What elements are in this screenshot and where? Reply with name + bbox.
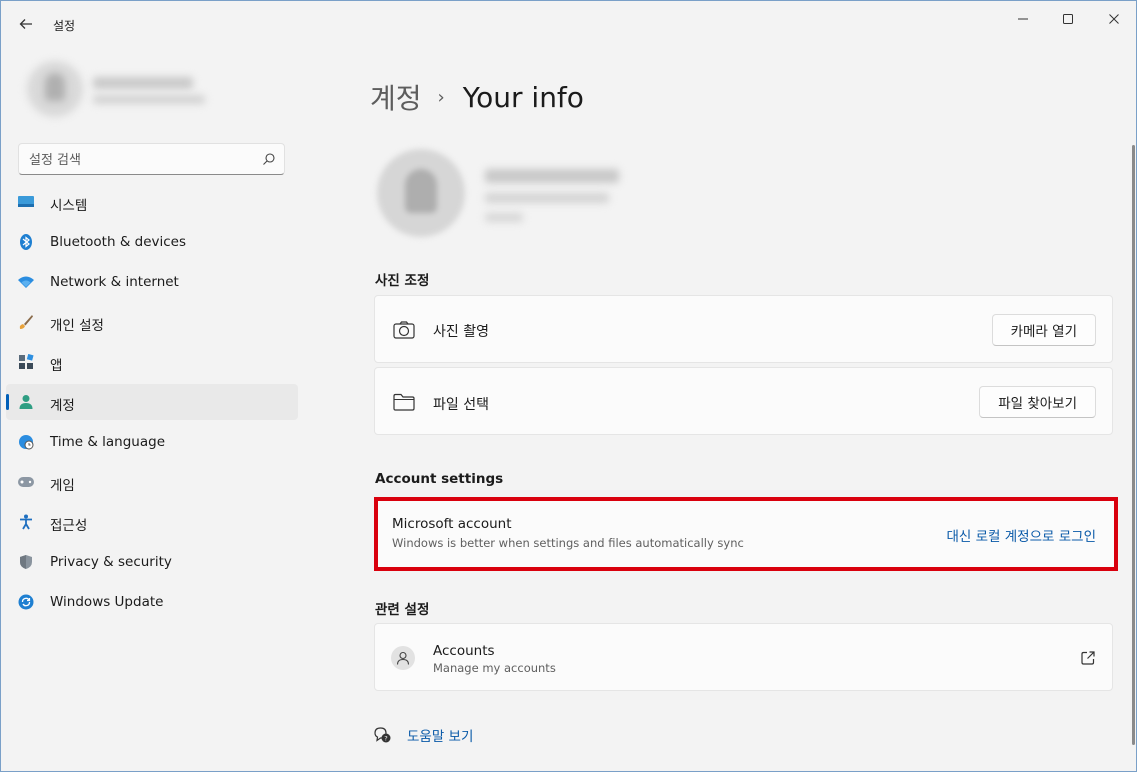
user-role-redacted bbox=[485, 213, 523, 222]
sidebar-item-personalization[interactable]: 개인 설정 bbox=[6, 304, 298, 340]
browse-files-button[interactable]: 파일 찾아보기 bbox=[979, 386, 1096, 418]
profile-email-redacted bbox=[93, 95, 205, 104]
choose-file-label: 파일 선택 bbox=[433, 397, 489, 413]
profile-name-redacted bbox=[93, 77, 193, 89]
user-avatar bbox=[377, 149, 465, 237]
microsoft-account-subtitle: Windows is better when settings and file… bbox=[392, 536, 744, 550]
sidebar-item-label: Time & language bbox=[50, 434, 166, 450]
page-title: Your info bbox=[462, 80, 584, 114]
account-icon bbox=[17, 393, 35, 411]
help-row[interactable]: ? 도움말 보기 bbox=[373, 725, 473, 745]
choose-file-card: 파일 선택 파일 찾아보기 bbox=[374, 367, 1113, 435]
update-icon bbox=[17, 593, 35, 611]
back-button[interactable] bbox=[15, 13, 37, 35]
globe-clock-icon bbox=[17, 433, 35, 451]
sidebar-item-gaming[interactable]: 게임 bbox=[6, 464, 298, 500]
sidebar-item-label: Bluetooth & devices bbox=[50, 234, 187, 250]
apps-icon bbox=[17, 353, 35, 371]
get-help-link[interactable]: 도움말 보기 bbox=[407, 725, 473, 745]
accessibility-icon bbox=[17, 513, 35, 531]
sidebar-item-apps[interactable]: 앱 bbox=[6, 344, 298, 380]
close-button[interactable] bbox=[1094, 9, 1134, 29]
help-icon: ? bbox=[374, 727, 391, 743]
svg-text:?: ? bbox=[384, 735, 387, 743]
breadcrumb-parent[interactable]: 계정 bbox=[370, 77, 422, 117]
accounts-link-card[interactable]: Accounts Manage my accounts bbox=[374, 623, 1113, 691]
search-box[interactable] bbox=[18, 143, 285, 175]
system-icon bbox=[17, 193, 35, 211]
folder-icon bbox=[393, 391, 415, 413]
take-photo-label: 사진 촬영 bbox=[433, 324, 489, 340]
accounts-subtitle: Manage my accounts bbox=[433, 661, 556, 675]
breadcrumb-separator: › bbox=[437, 86, 445, 108]
sidebar-item-privacy[interactable]: Privacy & security bbox=[6, 544, 298, 580]
shield-icon bbox=[17, 553, 35, 571]
sidebar-item-label: 개인 설정 bbox=[50, 318, 104, 334]
sidebar-item-network[interactable]: Network & internet bbox=[6, 264, 298, 300]
camera-icon bbox=[393, 319, 415, 341]
sidebar-nav: 시스템 Bluetooth & devices Network & intern… bbox=[6, 184, 298, 624]
sign-in-local-account-link[interactable]: 대신 로컬 계정으로 로그인 bbox=[947, 525, 1097, 545]
open-camera-button[interactable]: 카메라 열기 bbox=[991, 314, 1096, 346]
maximize-icon bbox=[1063, 14, 1073, 24]
sidebar-item-label: 앱 bbox=[50, 358, 63, 374]
scrollbar[interactable] bbox=[1132, 145, 1135, 745]
related-settings-title: 관련 설정 bbox=[375, 602, 430, 618]
sidebar-item-windows-update[interactable]: Windows Update bbox=[6, 584, 298, 620]
user-email-redacted bbox=[485, 193, 609, 203]
bluetooth-icon bbox=[17, 233, 35, 251]
minimize-button[interactable] bbox=[1003, 9, 1043, 29]
app-title: 설정 bbox=[53, 19, 76, 33]
title-bar: 설정 bbox=[1, 1, 1136, 49]
close-icon bbox=[1109, 14, 1119, 24]
sidebar-item-time-language[interactable]: Time & language bbox=[6, 424, 298, 460]
back-arrow-icon bbox=[19, 19, 32, 29]
sidebar-item-bluetooth[interactable]: Bluetooth & devices bbox=[6, 224, 298, 260]
wifi-icon bbox=[17, 273, 35, 291]
sidebar-item-label: Network & internet bbox=[50, 274, 179, 290]
sidebar-item-system[interactable]: 시스템 bbox=[6, 184, 298, 220]
search-input[interactable] bbox=[29, 150, 254, 170]
sidebar-item-label: 계정 bbox=[50, 398, 75, 414]
search-icon[interactable] bbox=[262, 152, 276, 166]
take-photo-card: 사진 촬영 카메라 열기 bbox=[374, 295, 1113, 363]
person-icon bbox=[391, 646, 415, 670]
sidebar-item-accounts[interactable]: 계정 bbox=[6, 384, 298, 420]
minimize-icon bbox=[1018, 18, 1028, 20]
external-link-icon bbox=[1081, 651, 1095, 665]
account-settings-title: Account settings bbox=[375, 471, 504, 487]
sidebar-item-label: Privacy & security bbox=[50, 554, 172, 570]
sidebar-item-accessibility[interactable]: 접근성 bbox=[6, 504, 298, 540]
sidebar-item-label: Windows Update bbox=[50, 594, 164, 610]
photo-section-title: 사진 조정 bbox=[375, 273, 430, 289]
sidebar-item-label: 게임 bbox=[50, 478, 75, 494]
accounts-title: Accounts bbox=[433, 643, 495, 659]
gamepad-icon bbox=[17, 473, 35, 491]
maximize-button[interactable] bbox=[1048, 9, 1088, 29]
microsoft-account-card: Microsoft account Windows is better when… bbox=[374, 497, 1118, 571]
brush-icon bbox=[17, 313, 35, 331]
breadcrumb: 계정 › Your info bbox=[370, 77, 584, 117]
sidebar-item-label: 접근성 bbox=[50, 518, 88, 534]
sidebar-item-label: 시스템 bbox=[50, 198, 88, 214]
profile-avatar bbox=[27, 61, 83, 117]
microsoft-account-title: Microsoft account bbox=[392, 516, 512, 532]
settings-window: 설정 시스템 Bluetooth & devices bbox=[0, 0, 1137, 772]
user-name-redacted bbox=[485, 169, 619, 183]
